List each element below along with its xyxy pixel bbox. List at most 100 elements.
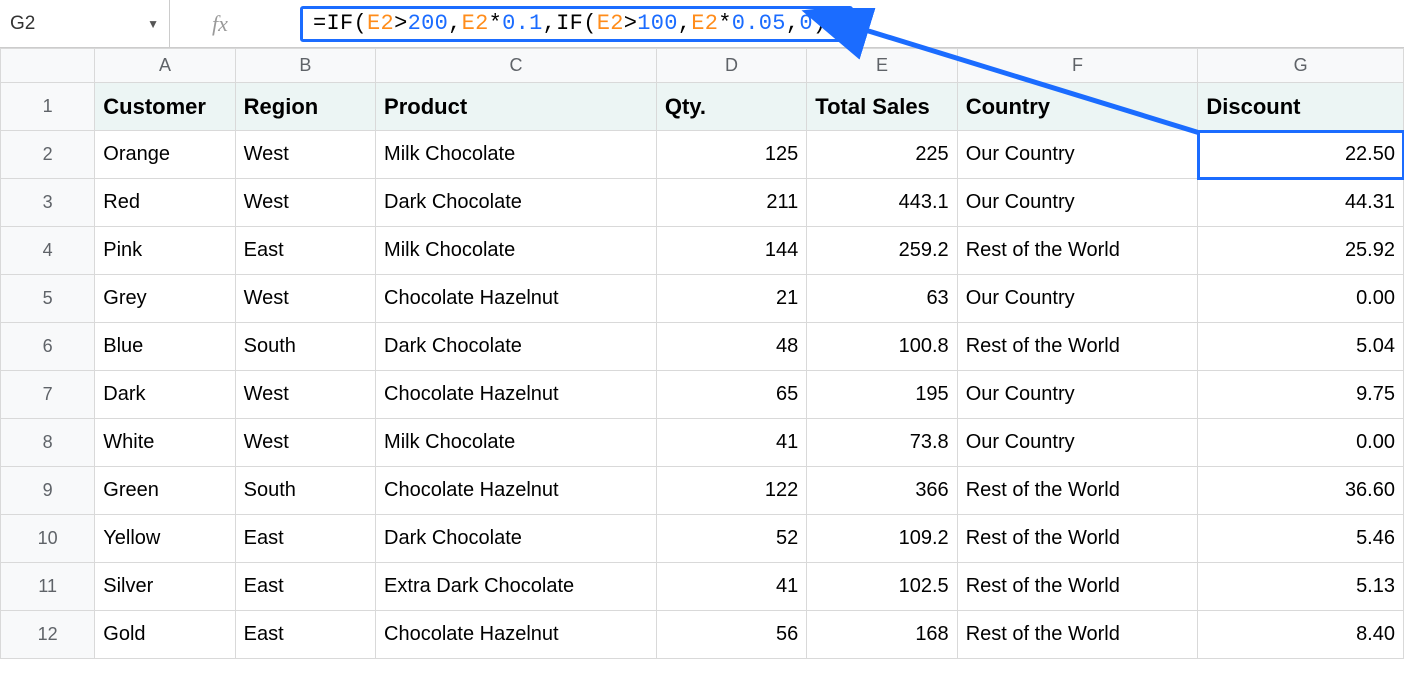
cell-G3[interactable]: 44.31 — [1198, 179, 1404, 227]
header-cell-C[interactable]: Product — [376, 83, 657, 131]
cell-B10[interactable]: East — [235, 515, 375, 563]
cell-E3[interactable]: 443.1 — [807, 179, 957, 227]
column-header-A[interactable]: A — [95, 49, 235, 83]
cell-F11[interactable]: Rest of the World — [957, 563, 1198, 611]
cell-D10[interactable]: 52 — [656, 515, 806, 563]
cell-C7[interactable]: Chocolate Hazelnut — [376, 371, 657, 419]
cell-C4[interactable]: Milk Chocolate — [376, 227, 657, 275]
header-cell-D[interactable]: Qty. — [656, 83, 806, 131]
cell-C6[interactable]: Dark Chocolate — [376, 323, 657, 371]
cell-D5[interactable]: 21 — [656, 275, 806, 323]
cell-F7[interactable]: Our Country — [957, 371, 1198, 419]
row-header-10[interactable]: 10 — [1, 515, 95, 563]
cell-C11[interactable]: Extra Dark Chocolate — [376, 563, 657, 611]
cell-D12[interactable]: 56 — [656, 611, 806, 659]
cell-E9[interactable]: 366 — [807, 467, 957, 515]
cell-F5[interactable]: Our Country — [957, 275, 1198, 323]
cell-G6[interactable]: 5.04 — [1198, 323, 1404, 371]
cell-A4[interactable]: Pink — [95, 227, 235, 275]
cell-B7[interactable]: West — [235, 371, 375, 419]
column-header-E[interactable]: E — [807, 49, 957, 83]
column-header-C[interactable]: C — [376, 49, 657, 83]
cell-B4[interactable]: East — [235, 227, 375, 275]
cell-D8[interactable]: 41 — [656, 419, 806, 467]
cell-G8[interactable]: 0.00 — [1198, 419, 1404, 467]
cell-D11[interactable]: 41 — [656, 563, 806, 611]
name-box[interactable]: G2 ▼ — [0, 0, 170, 47]
header-cell-B[interactable]: Region — [235, 83, 375, 131]
cell-A2[interactable]: Orange — [95, 131, 235, 179]
cell-G12[interactable]: 8.40 — [1198, 611, 1404, 659]
cell-A10[interactable]: Yellow — [95, 515, 235, 563]
cell-C9[interactable]: Chocolate Hazelnut — [376, 467, 657, 515]
cell-G4[interactable]: 25.92 — [1198, 227, 1404, 275]
cell-G5[interactable]: 0.00 — [1198, 275, 1404, 323]
cell-B5[interactable]: West — [235, 275, 375, 323]
cell-C3[interactable]: Dark Chocolate — [376, 179, 657, 227]
row-header-8[interactable]: 8 — [1, 419, 95, 467]
column-header-B[interactable]: B — [235, 49, 375, 83]
row-header-4[interactable]: 4 — [1, 227, 95, 275]
chevron-down-icon[interactable]: ▼ — [147, 17, 159, 31]
cell-E5[interactable]: 63 — [807, 275, 957, 323]
cell-E10[interactable]: 109.2 — [807, 515, 957, 563]
cell-E7[interactable]: 195 — [807, 371, 957, 419]
cell-F2[interactable]: Our Country — [957, 131, 1198, 179]
row-header-6[interactable]: 6 — [1, 323, 95, 371]
cell-B8[interactable]: West — [235, 419, 375, 467]
spreadsheet[interactable]: ABCDEFG 1CustomerRegionProductQty.Total … — [0, 48, 1404, 659]
row-header-2[interactable]: 2 — [1, 131, 95, 179]
cell-B3[interactable]: West — [235, 179, 375, 227]
cell-F9[interactable]: Rest of the World — [957, 467, 1198, 515]
header-cell-E[interactable]: Total Sales — [807, 83, 957, 131]
cell-F3[interactable]: Our Country — [957, 179, 1198, 227]
cell-D2[interactable]: 125 — [656, 131, 806, 179]
cell-A7[interactable]: Dark — [95, 371, 235, 419]
column-header-F[interactable]: F — [957, 49, 1198, 83]
cell-E6[interactable]: 100.8 — [807, 323, 957, 371]
corner-cell[interactable] — [1, 49, 95, 83]
cell-F4[interactable]: Rest of the World — [957, 227, 1198, 275]
cell-B9[interactable]: South — [235, 467, 375, 515]
cell-E2[interactable]: 225 — [807, 131, 957, 179]
cell-G10[interactable]: 5.46 — [1198, 515, 1404, 563]
cell-D7[interactable]: 65 — [656, 371, 806, 419]
cell-F8[interactable]: Our Country — [957, 419, 1198, 467]
cell-C2[interactable]: Milk Chocolate — [376, 131, 657, 179]
row-header-9[interactable]: 9 — [1, 467, 95, 515]
row-header-11[interactable]: 11 — [1, 563, 95, 611]
row-header-7[interactable]: 7 — [1, 371, 95, 419]
cell-F12[interactable]: Rest of the World — [957, 611, 1198, 659]
row-header-12[interactable]: 12 — [1, 611, 95, 659]
formula-input[interactable]: =IF(E2>200,E2*0.1,IF(E2>100,E2*0.05,0)) — [300, 6, 853, 42]
row-header-3[interactable]: 3 — [1, 179, 95, 227]
cell-F10[interactable]: Rest of the World — [957, 515, 1198, 563]
cell-A5[interactable]: Grey — [95, 275, 235, 323]
cell-G11[interactable]: 5.13 — [1198, 563, 1404, 611]
cell-E8[interactable]: 73.8 — [807, 419, 957, 467]
cell-A9[interactable]: Green — [95, 467, 235, 515]
header-cell-G[interactable]: Discount — [1198, 83, 1404, 131]
cell-C8[interactable]: Milk Chocolate — [376, 419, 657, 467]
cell-A12[interactable]: Gold — [95, 611, 235, 659]
cell-A8[interactable]: White — [95, 419, 235, 467]
cell-B2[interactable]: West — [235, 131, 375, 179]
cell-D4[interactable]: 144 — [656, 227, 806, 275]
cell-C12[interactable]: Chocolate Hazelnut — [376, 611, 657, 659]
cell-G7[interactable]: 9.75 — [1198, 371, 1404, 419]
header-cell-A[interactable]: Customer — [95, 83, 235, 131]
cell-C5[interactable]: Chocolate Hazelnut — [376, 275, 657, 323]
cell-A3[interactable]: Red — [95, 179, 235, 227]
cell-F6[interactable]: Rest of the World — [957, 323, 1198, 371]
row-header-5[interactable]: 5 — [1, 275, 95, 323]
cell-E11[interactable]: 102.5 — [807, 563, 957, 611]
header-cell-F[interactable]: Country — [957, 83, 1198, 131]
cell-D3[interactable]: 211 — [656, 179, 806, 227]
cell-B12[interactable]: East — [235, 611, 375, 659]
cell-B6[interactable]: South — [235, 323, 375, 371]
column-header-D[interactable]: D — [656, 49, 806, 83]
cell-G9[interactable]: 36.60 — [1198, 467, 1404, 515]
cell-D6[interactable]: 48 — [656, 323, 806, 371]
row-header-1[interactable]: 1 — [1, 83, 95, 131]
cell-D9[interactable]: 122 — [656, 467, 806, 515]
